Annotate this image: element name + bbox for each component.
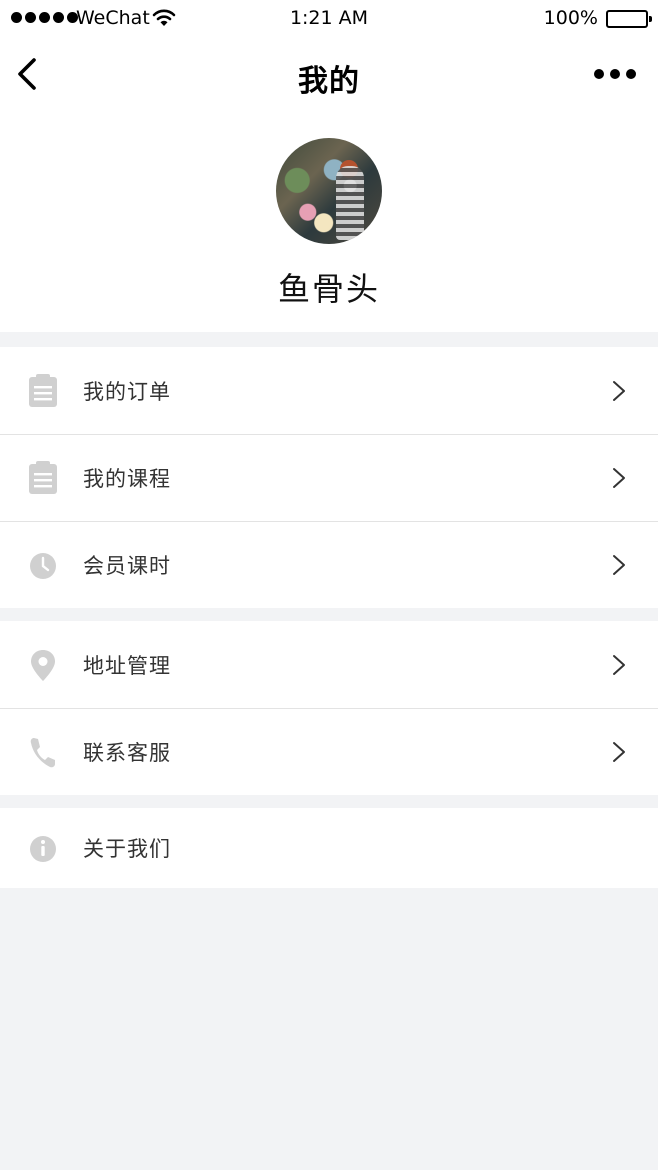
navigation-bar: 我的 bbox=[0, 36, 658, 112]
menu-item-label: 关于我们 bbox=[83, 837, 171, 861]
profile-header: 鱼骨头 bbox=[0, 112, 658, 332]
menu-item-my-orders[interactable]: 我的订单 bbox=[0, 347, 658, 434]
battery-percentage: 100% bbox=[543, 7, 598, 29]
menu-item-label: 会员课时 bbox=[83, 554, 171, 578]
screen: WeChat 1:21 AM 100% 我的 鱼骨头 我的订单 我的课程 会员课… bbox=[0, 0, 658, 1170]
info-icon bbox=[30, 836, 56, 862]
more-dots-icon bbox=[594, 69, 604, 79]
menu-item-label: 我的课程 bbox=[83, 467, 171, 491]
more-options-button[interactable] bbox=[594, 66, 638, 82]
chevron-right-icon bbox=[613, 654, 625, 675]
phone-icon bbox=[30, 738, 55, 768]
avatar[interactable] bbox=[276, 138, 382, 244]
chevron-right-icon bbox=[613, 468, 625, 488]
clipboard-icon bbox=[29, 461, 57, 494]
menu-item-label: 地址管理 bbox=[83, 653, 171, 678]
chevron-right-icon bbox=[613, 380, 625, 401]
status-bar: WeChat 1:21 AM 100% bbox=[0, 0, 658, 36]
menu-item-label: 我的订单 bbox=[83, 379, 171, 404]
menu-item-about-us[interactable]: 关于我们 bbox=[0, 808, 658, 888]
menu-group-about: 关于我们 bbox=[0, 808, 658, 888]
menu-item-contact-service[interactable]: 联系客服 bbox=[0, 708, 658, 795]
menu-item-label: 联系客服 bbox=[83, 741, 171, 765]
clock-icon bbox=[30, 553, 56, 579]
location-pin-icon bbox=[31, 649, 55, 681]
chevron-right-icon bbox=[613, 555, 625, 575]
battery-icon bbox=[606, 10, 652, 28]
menu-group-service: 地址管理 联系客服 bbox=[0, 621, 658, 795]
clipboard-icon bbox=[29, 373, 57, 407]
menu-group-orders: 我的订单 我的课程 会员课时 bbox=[0, 347, 658, 608]
menu-item-my-courses[interactable]: 我的课程 bbox=[0, 434, 658, 521]
chevron-right-icon bbox=[613, 742, 625, 762]
menu-item-address-management[interactable]: 地址管理 bbox=[0, 621, 658, 708]
menu-item-member-hours[interactable]: 会员课时 bbox=[0, 521, 658, 608]
username: 鱼骨头 bbox=[277, 270, 380, 308]
page-title: 我的 bbox=[298, 64, 360, 99]
